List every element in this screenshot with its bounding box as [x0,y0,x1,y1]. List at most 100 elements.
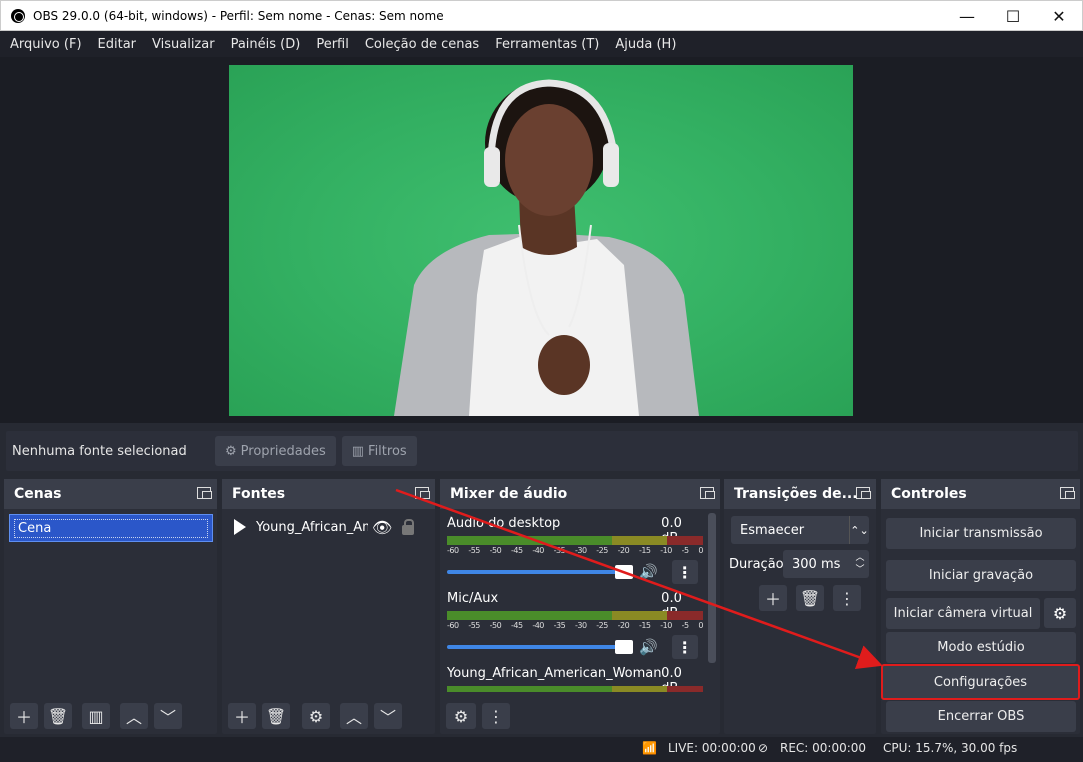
remove-transition-button[interactable]: 🗑 [796,585,824,611]
undock-icon[interactable] [856,487,871,499]
window-title: OBS 29.0.0 (64-bit, windows) - Perfil: S… [33,8,444,23]
undock-icon[interactable] [1060,487,1075,499]
title-bar: OBS 29.0.0 (64-bit, windows) - Perfil: S… [0,0,1083,31]
menu-file[interactable]: Arquivo (F) [2,37,90,52]
plus-icon: ＋ [233,708,250,727]
preview-canvas[interactable] [229,65,853,416]
mixer-channel-mic-aux: Mic/Aux 0.0 dB -60-55-50-45-40-35-30-25-… [447,591,703,659]
chevron-down-icon: ﹀ [159,708,176,727]
mixer-channel-media-source: Young_African_American_Woman_He 0.0 dB [447,666,703,696]
menu-bar: Arquivo (F) Editar Visualizar Painéis (D… [0,31,1083,57]
transition-select[interactable]: Esmaecer ⌃⌄ [731,516,869,544]
audio-mixer-dock: Mixer de áudio Áudio do desktop 0.0 dB -… [440,479,720,734]
gear-icon: ⚙ [308,706,324,726]
volume-slider[interactable] [447,640,633,654]
advanced-audio-properties-button[interactable]: ⚙ [446,703,476,729]
chevron-down-icon: ﹀ [379,708,396,727]
chevron-up-icon: ︿ [125,708,142,727]
minimize-button[interactable]: — [944,1,990,31]
visibility-eye-icon[interactable]: 👁 [372,518,392,537]
volume-meter [447,611,703,620]
meter-scale: -60 -55 -50 -45 -40 -35 -30 -25 -20 -15 -10 -5 0 [447,546,703,555]
cpu-fps-readout: CPU: 15.7%, 30.00 fps [883,741,1018,755]
source-properties-button[interactable]: ⚙ [302,703,330,729]
kebab-icon: ⋮ [488,706,504,726]
meter-scale: -60 -55 -50 -45 -40 -35 -30 -25 -20 -15 -10 -5 0 [447,621,703,630]
transition-menu-button[interactable]: ⋮ [833,585,861,611]
channel-name: Young_African_American_Woman_He [447,666,662,681]
maximize-button[interactable]: ☐ [990,1,1036,31]
controls-title: Controles [891,486,967,502]
speaker-icon[interactable]: 🔊 [639,563,658,581]
controls-dock-header: Controles [881,479,1080,509]
gear-icon: ⚙ [225,443,237,459]
channel-name: Áudio do desktop [447,516,561,531]
channel-level: 0.0 dB [661,666,682,696]
source-name: Young_African_Am [256,519,368,535]
undock-icon[interactable] [197,487,212,499]
close-button[interactable]: ✕ [1036,1,1082,31]
menu-view[interactable]: Visualizar [144,37,223,52]
preview-area [0,57,1083,423]
lock-icon[interactable] [402,519,415,535]
rec-timer: REC: 00:00:00 [780,741,867,755]
move-source-up-button[interactable]: ︿ [340,703,368,729]
stream-status-icon: 📶 [642,741,657,755]
move-source-down-button[interactable]: ﹀ [374,703,402,729]
plus-icon: ＋ [764,590,781,609]
scene-filters-button[interactable]: ▥ [82,703,110,729]
add-transition-button[interactable]: ＋ [759,585,787,611]
channel-menu-button[interactable]: ⋮ [671,560,698,584]
menu-docks[interactable]: Painéis (D) [223,37,309,52]
volume-meter [447,536,703,545]
studio-mode-button[interactable]: Modo estúdio [886,632,1076,663]
properties-button[interactable]: ⚙ Propriedades [215,436,336,466]
filters-label: Filtros [368,443,407,459]
settings-button[interactable]: Configurações [881,664,1080,700]
mixer-scrollbar[interactable] [708,513,716,663]
duration-label: Duração [729,557,784,572]
undock-icon[interactable] [415,487,430,499]
scene-name: Cena [14,519,208,538]
mixer-dock-header: Mixer de áudio [440,479,720,509]
source-list-item[interactable]: Young_African_Am 👁 [234,517,429,537]
exit-button[interactable]: Encerrar OBS [886,701,1076,732]
channel-level: 0.0 dB [661,516,682,546]
gear-icon: ⚙ [1052,603,1068,623]
scene-list-item[interactable]: Cena [9,514,213,542]
duration-input[interactable]: 300 ms ︿ ﹀ [783,550,869,578]
menu-edit[interactable]: Editar [90,37,145,52]
gears-icon: ⚙ [453,706,469,726]
sources-dock: Fontes Young_African_Am 👁 ＋ 🗑 ⚙ ︿ ﹀ [222,479,435,734]
remove-scene-button[interactable]: 🗑 [44,703,72,729]
controls-dock: Controles Iniciar transmissão Iniciar gr… [881,479,1080,734]
menu-tools[interactable]: Ferramentas (T) [487,37,607,52]
start-virtual-camera-button[interactable]: Iniciar câmera virtual [886,598,1040,629]
chevron-updown-icon: ⌃⌄ [849,516,869,544]
mixer-menu-button[interactable]: ⋮ [482,703,510,729]
remove-source-button[interactable]: 🗑 [262,703,290,729]
undock-icon[interactable] [700,487,715,499]
mixer-channel-desktop-audio: Áudio do desktop 0.0 dB -60-55-50-45-40-… [447,516,703,584]
trash-icon: 🗑 [265,706,287,726]
menu-scene-collection[interactable]: Coleção de cenas [357,37,487,52]
start-recording-button[interactable]: Iniciar gravação [886,560,1076,591]
start-streaming-button[interactable]: Iniciar transmissão [886,518,1076,549]
channel-menu-button[interactable]: ⋮ [671,635,698,659]
spinner-icon[interactable]: ︿ ﹀ [853,552,867,576]
transitions-title: Transições de... [734,486,858,502]
move-scene-down-button[interactable]: ﹀ [154,703,182,729]
menu-profile[interactable]: Perfil [308,37,357,52]
menu-help[interactable]: Ajuda (H) [607,37,684,52]
add-scene-button[interactable]: ＋ [10,703,38,729]
virtual-camera-settings-button[interactable]: ⚙ [1044,598,1076,628]
sources-title: Fontes [232,486,286,502]
move-scene-up-button[interactable]: ︿ [120,703,148,729]
speaker-icon[interactable]: 🔊 [639,638,658,656]
volume-slider-handle[interactable] [615,640,633,654]
volume-slider-handle[interactable] [615,565,633,579]
volume-slider[interactable] [447,565,633,579]
plus-icon: ＋ [15,708,32,727]
filters-button[interactable]: ▥ Filtros [341,436,417,466]
add-source-button[interactable]: ＋ [228,703,256,729]
